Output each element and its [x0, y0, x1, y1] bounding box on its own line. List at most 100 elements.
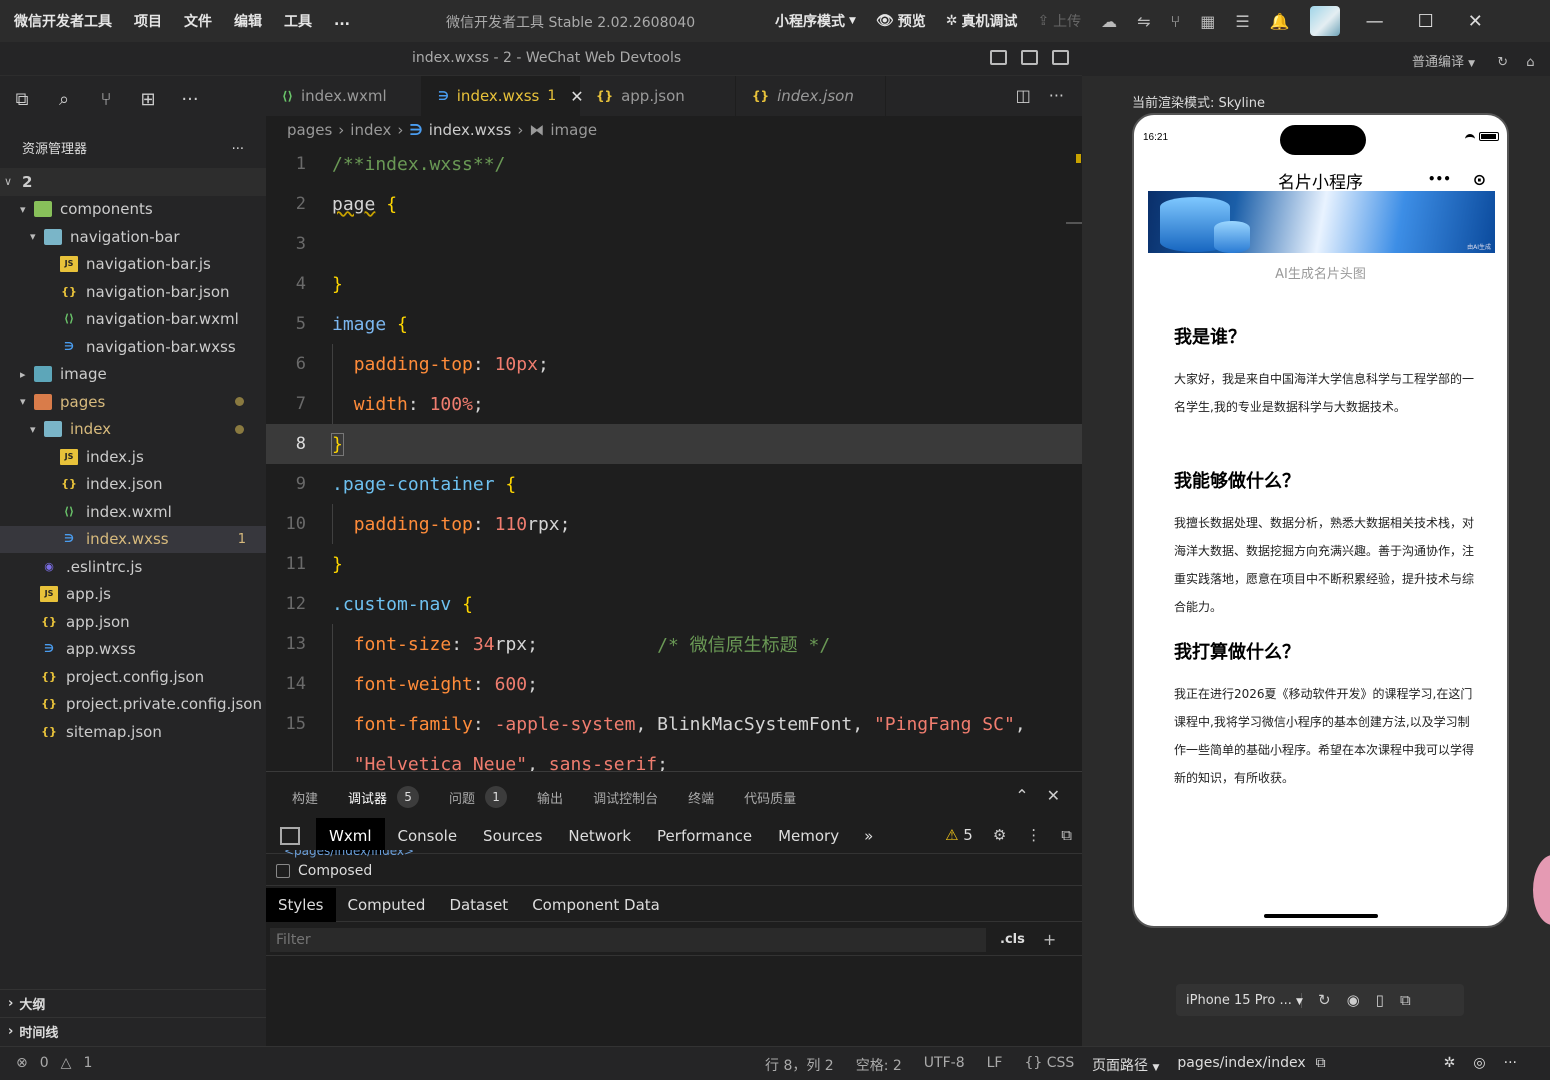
tree-item-eslintrc[interactable]: ◉ .eslintrc.js [0, 553, 266, 581]
capsule-more-button[interactable]: ••• [1428, 172, 1451, 186]
close-icon[interactable]: ✕ [1468, 11, 1483, 32]
explorer-more-button[interactable]: ... [232, 138, 244, 168]
tree-item-app-json[interactable]: {} app.json [0, 608, 266, 636]
devtools-tab-sources[interactable]: Sources [470, 818, 555, 854]
tab-index-wxss[interactable]: ∋ index.wxss 1 ✕ [422, 76, 584, 116]
tab-terminal[interactable]: 终端 [688, 788, 714, 807]
tree-item-navigation-bar-wxml[interactable]: ⟨⟩ navigation-bar.wxml [0, 306, 266, 334]
breadcrumb-item[interactable]: index.wxss [429, 121, 512, 139]
upload-button[interactable]: ⇪ 上传 [1037, 11, 1081, 31]
tree-item-components[interactable]: ▾ components [0, 196, 266, 224]
menu-more[interactable]: ... [334, 13, 350, 29]
editor-scrollbar[interactable] [1066, 222, 1082, 224]
breadcrumb-item[interactable]: index [350, 121, 391, 139]
more-tabs-icon[interactable]: » [864, 827, 873, 845]
tree-root[interactable]: ∨ 2 [0, 168, 266, 196]
maximize-icon[interactable]: ☐ [1418, 11, 1434, 32]
more-icon[interactable]: ··· [1504, 1055, 1517, 1075]
cls-button[interactable]: .cls [1000, 932, 1025, 947]
more-actions-icon[interactable]: ··· [1049, 86, 1064, 105]
bug-icon[interactable]: ✲ [1444, 1055, 1456, 1075]
bell-icon[interactable]: 🔔 [1270, 12, 1290, 31]
extensions-icon[interactable]: ⊞ [138, 90, 158, 110]
devtools-tab-memory[interactable]: Memory [765, 818, 852, 854]
preview-button[interactable]: 👁 预览 [876, 11, 926, 31]
menu-devtools[interactable]: 微信开发者工具 [14, 11, 112, 31]
tree-item-index-wxml[interactable]: ⟨⟩ index.wxml [0, 498, 266, 526]
tab-problems[interactable]: 问题 1 [449, 786, 508, 808]
cursor-position[interactable]: 行 8，列 2 [765, 1055, 834, 1075]
gear-icon[interactable]: ⚙ [993, 826, 1006, 844]
breadcrumb-item[interactable]: image [550, 121, 597, 139]
tree-item-pages[interactable]: ▾ pages [0, 388, 266, 416]
page-path-dropdown[interactable]: 页面路径 ▼ [1092, 1055, 1159, 1075]
branch-icon[interactable]: ⑂ [1171, 12, 1181, 31]
devtools-tab-console[interactable]: Console [385, 818, 471, 854]
refresh-icon[interactable]: ↻ [1497, 55, 1508, 70]
swap-icon[interactable]: ⇋ [1137, 12, 1150, 31]
layout-icon[interactable]: ▦ [1200, 12, 1215, 31]
tree-item-project-config[interactable]: {} project.config.json [0, 663, 266, 691]
toggle-panel-icon[interactable] [1021, 50, 1038, 65]
tab-debugger[interactable]: 调试器 5 [348, 786, 420, 822]
tree-item-project-private-config[interactable]: {} project.private.config.json [0, 691, 266, 719]
phone-icon[interactable]: ▯ [1376, 991, 1384, 1009]
tree-item-index-js[interactable]: JS index.js [0, 443, 266, 471]
outline-section[interactable]: › 大纲 [0, 989, 266, 1017]
toggle-sidebar-icon[interactable] [990, 50, 1007, 65]
tree-item-index[interactable]: ▾ index [0, 416, 266, 444]
toggle-simulator-icon[interactable] [1052, 50, 1069, 65]
menu-project[interactable]: 项目 [134, 11, 162, 31]
warning-counter[interactable]: ⚠ 5 [945, 826, 973, 844]
tree-item-navigation-bar-js[interactable]: JS navigation-bar.js [0, 251, 266, 279]
undock-icon[interactable]: ⧉ [1061, 826, 1072, 844]
minimize-icon[interactable]: — [1366, 11, 1384, 32]
files-icon[interactable]: ⧉ [12, 90, 32, 110]
tab-index-wxml[interactable]: ⟨⟩ index.wxml [266, 76, 422, 116]
breadcrumb-item[interactable]: pages [287, 121, 332, 139]
mode-dropdown[interactable]: 小程序模式 ▼ [775, 11, 856, 31]
compile-mode-dropdown[interactable]: 普通编译 ▼ ↻ ⌂ [1412, 51, 1535, 70]
tree-item-navigation-bar[interactable]: ▾ navigation-bar [0, 223, 266, 251]
line-ending[interactable]: LF [987, 1055, 1003, 1075]
add-rule-icon[interactable]: + [1043, 930, 1056, 949]
devtools-tab-network[interactable]: Network [555, 818, 644, 854]
tree-item-app-js[interactable]: JS app.js [0, 581, 266, 609]
status-problems[interactable]: ⊗ 0 △ 1 [16, 1055, 92, 1071]
devtools-tab-performance[interactable]: Performance [644, 818, 765, 854]
split-editor-icon[interactable]: ◫ [1016, 86, 1031, 105]
code-editor[interactable]: 1/**index.wxss**/ 2 page { 3 4} 5 image { … [266, 144, 1082, 771]
eye-icon[interactable]: ◎ [1473, 1055, 1485, 1075]
devtools-tab-wxml[interactable]: Wxml [316, 817, 385, 854]
language-mode[interactable]: {} CSS [1024, 1055, 1074, 1075]
kebab-menu-icon[interactable]: ⋮ [1026, 826, 1041, 844]
menu-file[interactable]: 文件 [184, 11, 212, 31]
timeline-section[interactable]: › 时间线 [0, 1017, 266, 1045]
tree-item-sitemap[interactable]: {} sitemap.json [0, 718, 266, 746]
capsule-close-icon[interactable]: ⊙ [1473, 170, 1486, 189]
indentation[interactable]: 空格: 2 [856, 1055, 902, 1075]
popout-icon[interactable]: ⧉ [1400, 991, 1411, 1009]
tree-item-navigation-bar-wxss[interactable]: ∋ navigation-bar.wxss [0, 333, 266, 361]
tab-app-json[interactable]: {} app.json [580, 76, 736, 116]
device-selector[interactable]: iPhone 15 Pro ... ▼ [1176, 992, 1303, 1008]
tree-item-image[interactable]: ▸ image [0, 361, 266, 389]
tree-item-navigation-bar-json[interactable]: {} navigation-bar.json [0, 278, 266, 306]
tab-output[interactable]: 输出 [537, 788, 563, 807]
tree-item-app-wxss[interactable]: ∋ app.wxss [0, 636, 266, 664]
copy-icon[interactable]: ⧉ [1316, 1055, 1326, 1075]
tab-component-data[interactable]: Component Data [520, 888, 672, 922]
tab-computed[interactable]: Computed [336, 888, 438, 922]
tree-item-index-wxss[interactable]: ∋ index.wxss 1 [0, 525, 266, 553]
styles-filter-input[interactable] [270, 927, 986, 952]
inspect-element-icon[interactable] [280, 826, 300, 845]
menu-icon[interactable]: ☰ [1235, 12, 1249, 31]
menu-tools[interactable]: 工具 [284, 11, 312, 31]
close-icon[interactable]: ✕ [1047, 786, 1060, 805]
record-icon[interactable]: ◉ [1347, 991, 1360, 1009]
avatar[interactable] [1309, 6, 1340, 36]
tab-dataset[interactable]: Dataset [437, 888, 520, 922]
tree-item-index-json[interactable]: {} index.json [0, 471, 266, 499]
menu-edit[interactable]: 编辑 [234, 11, 262, 31]
tab-styles[interactable]: Styles [266, 887, 336, 922]
